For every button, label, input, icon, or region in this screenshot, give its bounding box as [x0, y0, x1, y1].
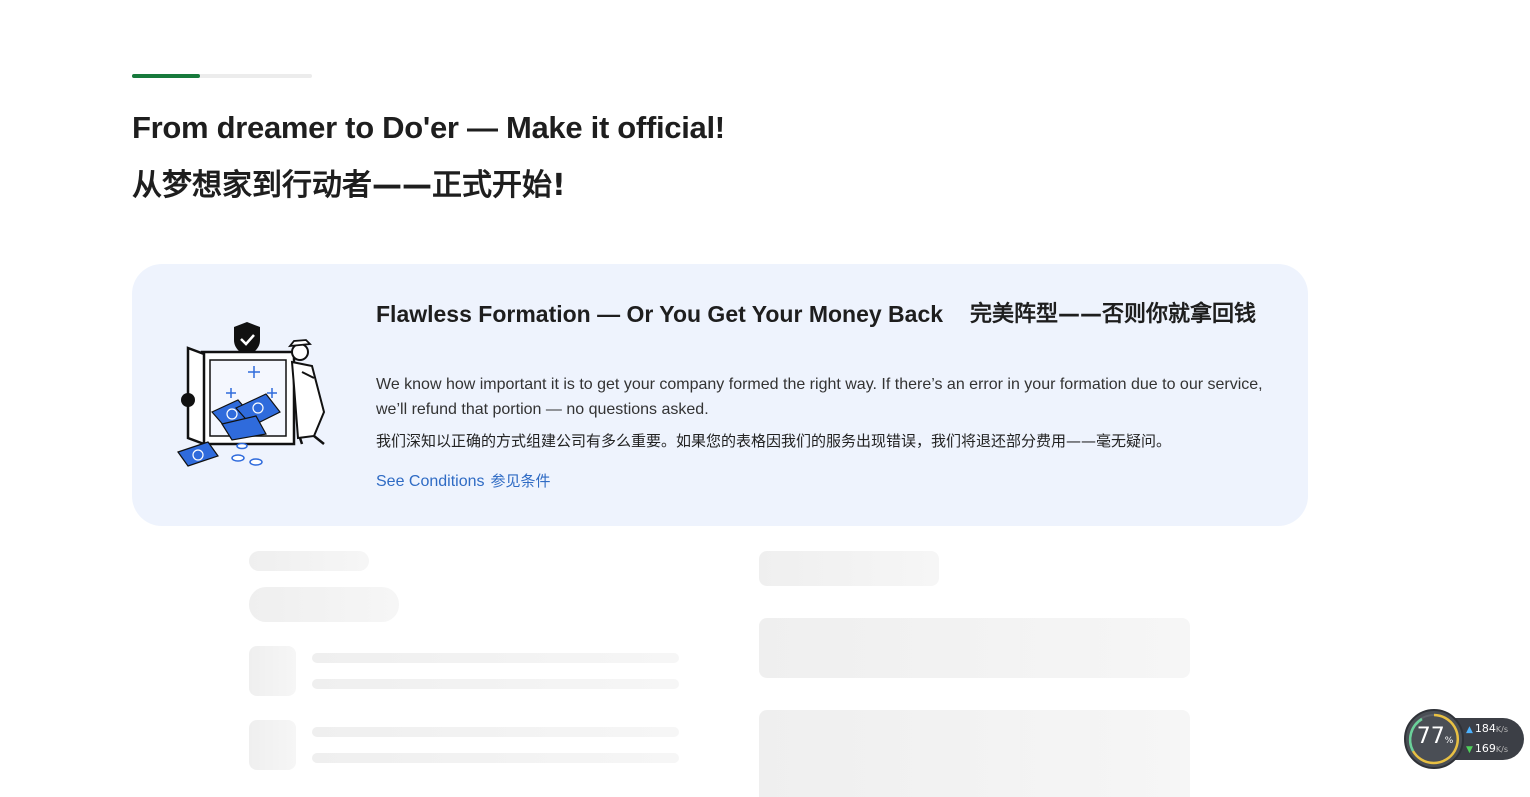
upload-speed-value: 184 [1474, 722, 1496, 735]
guarantee-description-zh: 我们深知以正确的方式组建公司有多么重要。如果您的表格因我们的服务出现错误，我们将… [376, 432, 1172, 450]
see-conditions-link[interactable]: See Conditions 参见条件 [376, 470, 551, 491]
usage-percent-value: 77 [1416, 724, 1445, 749]
guarantee-heading-zh: 完美阵型——否则你就拿回钱 [970, 302, 1257, 327]
download-speed: ▼ 169K/s [1466, 742, 1508, 755]
skeleton-avatar [249, 646, 296, 696]
guarantee-description-en: We know how important it is to get your … [376, 376, 1263, 418]
usage-gauge: 77% [1404, 709, 1464, 769]
usage-percent: 77% [1406, 724, 1464, 749]
safe-money-illustration-icon [174, 316, 344, 476]
skeleton-label [249, 551, 369, 571]
skeleton-heading [759, 551, 939, 586]
progress-bar-fill [132, 74, 201, 78]
upload-speed: ▲ 184K/s [1466, 722, 1508, 735]
skeleton-block [759, 710, 1190, 797]
skeleton-value [249, 587, 399, 622]
download-speed-value: 169 [1474, 742, 1496, 755]
download-arrow-icon: ▼ [1466, 745, 1473, 755]
upload-arrow-icon: ▲ [1466, 725, 1473, 735]
guarantee-heading-en: Flawless Formation — Or You Get Your Mon… [376, 301, 944, 327]
page-title-zh: 从梦想家到行动者——正式开始! [132, 168, 566, 203]
usage-percent-unit: % [1444, 736, 1454, 746]
skeleton-block [759, 618, 1190, 678]
skeleton-line [312, 653, 679, 663]
page: From dreamer to Do'er — Make it official… [0, 0, 1530, 797]
skeleton-avatar [249, 720, 296, 770]
upload-speed-unit: K/s [1495, 725, 1509, 734]
progress-bar [132, 74, 312, 78]
see-conditions-link-en[interactable]: See Conditions [376, 473, 485, 490]
skeleton-line [312, 753, 679, 763]
skeleton-line [312, 727, 679, 737]
guarantee-card: Flawless Formation — Or You Get Your Mon… [132, 264, 1308, 526]
skeleton-line [312, 679, 679, 689]
network-speed-widget[interactable]: ▲ 184K/s ▼ 169K/s 77% [1404, 709, 1524, 769]
download-speed-unit: K/s [1495, 745, 1509, 754]
see-conditions-link-zh[interactable]: 参见条件 [491, 472, 551, 490]
page-title-en: From dreamer to Do'er — Make it official… [132, 110, 725, 145]
